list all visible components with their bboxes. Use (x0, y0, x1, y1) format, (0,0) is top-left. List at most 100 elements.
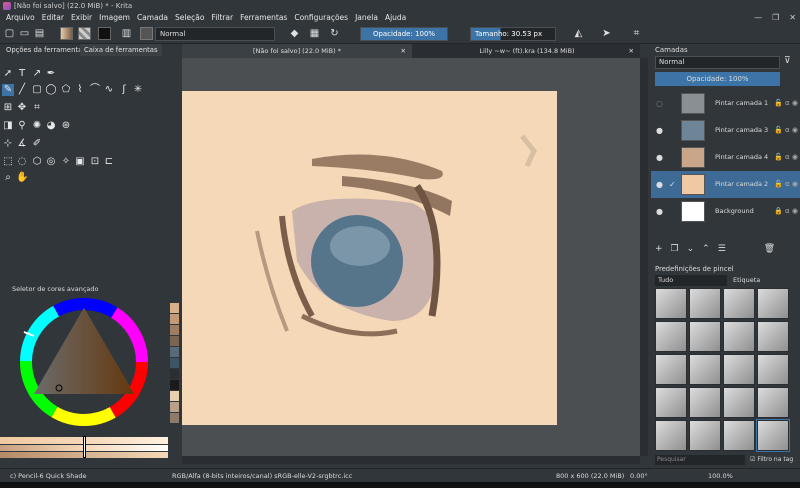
menu-editar[interactable]: Editar (42, 12, 64, 24)
tag-select[interactable]: Etiqueta (733, 275, 788, 286)
brush-preset-tile[interactable] (655, 420, 687, 451)
ellipse-select-icon[interactable]: ◌ (16, 156, 28, 168)
freehand-path-icon[interactable]: ∿ (103, 84, 115, 96)
layer-row[interactable]: ● Pintar camada 4 🔓 α ◉ (651, 144, 800, 171)
brush-preset-tile[interactable] (689, 321, 721, 352)
properties-icon[interactable]: ☰ (718, 244, 726, 258)
brush-preset-tile[interactable] (723, 288, 755, 319)
color-swatch[interactable] (170, 314, 179, 324)
color-swatch[interactable] (170, 303, 179, 313)
layer-flags-icon[interactable]: 🔒 α ◉ (774, 198, 798, 225)
brush-preset-tile[interactable] (655, 288, 687, 319)
color-wheel[interactable] (12, 296, 157, 428)
color-swatch[interactable] (170, 413, 179, 423)
color-swatch[interactable] (170, 391, 179, 401)
transform-tool-icon[interactable]: ⊞ (2, 102, 14, 114)
open-document-icon[interactable]: ▭ (18, 27, 31, 40)
bezier-tool-icon[interactable]: ⌒ (89, 84, 101, 96)
color-swatch[interactable] (170, 369, 179, 379)
brush-preset-tile[interactable] (723, 354, 755, 385)
measure-tool-icon[interactable]: ∡ (16, 138, 28, 150)
rectangle-tool-icon[interactable]: ▢ (31, 84, 43, 96)
assistant-tool-icon[interactable]: ⊹ (2, 138, 14, 150)
brush-preset-tile[interactable] (689, 288, 721, 319)
brush-preset-tile[interactable] (723, 321, 755, 352)
zoom-level[interactable]: 100.0% (708, 469, 733, 483)
crop-icon[interactable]: ⌗ (630, 27, 643, 40)
menu-selecao[interactable]: Seleção (175, 12, 204, 24)
color-slider-handle[interactable] (83, 436, 86, 458)
edit-shapes-icon[interactable]: ↗ (31, 68, 43, 80)
menu-exibir[interactable]: Exibir (71, 12, 92, 24)
calligraphy-icon[interactable]: ✒ (45, 68, 57, 80)
move-down-icon[interactable]: ⌄ (687, 244, 695, 258)
polyline-tool-icon[interactable]: ⌇ (74, 84, 86, 96)
move-tool-icon[interactable]: ✥ (16, 102, 28, 114)
layer-row[interactable]: ○ Pintar camada 1 🔓 α ◉ (651, 90, 800, 117)
visibility-icon[interactable]: ● (656, 117, 663, 144)
brush-preset-tile[interactable] (757, 321, 789, 352)
dynamic-brush-icon[interactable]: ʃ (118, 84, 130, 96)
layer-flags-icon[interactable]: 🔓 α ◉ (774, 90, 798, 117)
brush-preset-tile[interactable] (655, 387, 687, 418)
brush-preset-tile[interactable] (655, 321, 687, 352)
brush-search-input[interactable]: Pesquisar (655, 455, 745, 465)
opacity-slider[interactable]: Opacidade: 100% (360, 27, 448, 41)
eraser-icon[interactable]: ◆ (288, 27, 301, 40)
pattern-icon[interactable] (78, 27, 91, 40)
enclose-fill-icon[interactable]: ⊛ (60, 120, 72, 132)
restore-icon[interactable]: ❐ (772, 13, 779, 22)
gradient-icon[interactable] (60, 27, 73, 40)
tab-toolbox[interactable]: Caixa de ferramentas (80, 44, 162, 56)
menu-camada[interactable]: Camada (137, 12, 168, 24)
painting-canvas[interactable] (182, 91, 557, 425)
delete-layer-icon[interactable]: 🗑 (764, 244, 775, 258)
visibility-icon[interactable]: ● (656, 171, 663, 198)
preserve-alpha-icon[interactable]: ▦ (308, 27, 321, 40)
line-tool-icon[interactable]: ╱ (16, 84, 28, 96)
brush-preset-tile[interactable] (689, 420, 721, 451)
minimize-icon[interactable]: — (754, 13, 762, 22)
similar-select-icon[interactable]: ▣ (74, 156, 86, 168)
gradient-tool-icon[interactable]: ◨ (2, 120, 14, 132)
brush-preset-tile[interactable] (756, 419, 790, 452)
color-swatch[interactable] (170, 380, 179, 390)
menu-imagem[interactable]: Imagem (99, 12, 130, 24)
foreground-color-icon[interactable] (98, 27, 111, 40)
pan-tool-icon[interactable]: ✋ (16, 172, 28, 184)
polygon-select-icon[interactable]: ⬡ (31, 156, 43, 168)
menu-configuracoes[interactable]: Configurações (294, 12, 348, 24)
reload-preset-icon[interactable]: ↻ (328, 27, 341, 40)
menu-arquivo[interactable]: Arquivo (6, 12, 35, 24)
save-icon[interactable]: ▤ (33, 27, 46, 40)
color-swatch[interactable] (170, 336, 179, 346)
select-shapes-icon[interactable]: ➚ (2, 68, 14, 80)
visibility-icon[interactable]: ● (656, 198, 663, 225)
menu-filtrar[interactable]: Filtrar (211, 12, 233, 24)
zoom-tool-icon[interactable]: ⌕ (2, 172, 14, 184)
smart-patch-icon[interactable]: ✺ (31, 120, 43, 132)
brush-filter-select[interactable]: Tudo (655, 275, 727, 286)
brush-preset-tile[interactable] (723, 387, 755, 418)
new-document-icon[interactable]: ▢ (3, 27, 16, 40)
visibility-icon[interactable]: ○ (656, 90, 663, 117)
menu-ferramentas[interactable]: Ferramentas (240, 12, 287, 24)
magnetic-select-icon[interactable]: ⊏ (103, 156, 115, 168)
blend-mode-select[interactable]: Normal (155, 27, 275, 41)
document-tab-active[interactable]: [Não foi salvo] (22.0 MiB) * ✕ (182, 44, 412, 58)
canvas-horizontal-scrollbar[interactable] (182, 456, 640, 464)
checkbox-icon[interactable]: ☑ (750, 456, 755, 463)
close-icon[interactable]: ✕ (789, 13, 796, 22)
color-swatch[interactable] (170, 358, 179, 368)
text-tool-icon[interactable]: T (16, 68, 28, 80)
layer-flags-icon[interactable]: 🔓 α ◉ (774, 171, 798, 198)
tab-tool-options[interactable]: Opções da ferramenta (2, 44, 86, 56)
mirror-vertical-icon[interactable]: ➤ (600, 27, 613, 40)
brush-presets-icon[interactable] (140, 27, 153, 40)
layer-row-selected[interactable]: ● ✓ Pintar camada 2 🔓 α ◉ (651, 171, 800, 198)
polygon-tool-icon[interactable]: ⬠ (60, 84, 72, 96)
layer-blend-mode-select[interactable]: Normal (655, 56, 780, 69)
brush-preset-tile[interactable] (723, 420, 755, 451)
multibrush-icon[interactable]: ✳ (132, 84, 144, 96)
magic-wand-icon[interactable]: ✧ (60, 156, 72, 168)
